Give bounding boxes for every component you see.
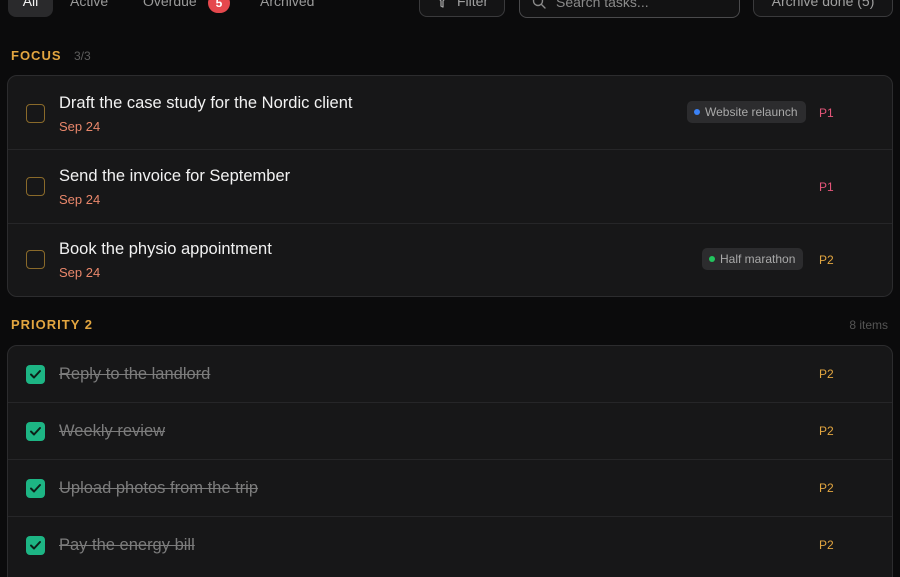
search-input[interactable] (556, 0, 734, 17)
priority-badge: P2 (819, 538, 834, 552)
tab-overdue-label: Overdue (143, 0, 197, 9)
project-tag-label: Website relaunch (705, 105, 798, 119)
task-title: Send the invoice for September (59, 167, 291, 185)
tab-all[interactable]: All (8, 0, 53, 17)
focus-task-list: Draft the case study for the Nordic clie… (7, 75, 893, 297)
task-row[interactable]: Book the physio appointment Sep 24 Half … (8, 224, 892, 296)
task-row[interactable]: Draft the case study for the Nordic clie… (8, 76, 892, 150)
task-checkbox-checked[interactable] (26, 479, 45, 498)
overdue-count-badge: 5 (208, 0, 230, 13)
task-title: Book the physio appointment (59, 240, 272, 258)
archive-done-button[interactable]: Archive done (5) (753, 0, 893, 17)
project-tag[interactable]: Half marathon (702, 248, 804, 270)
task-checkbox[interactable] (26, 250, 45, 269)
project-tag-label: Half marathon (720, 252, 796, 266)
task-title: Reply to the landlord (59, 365, 211, 383)
task-title: Draft the case study for the Nordic clie… (59, 94, 353, 112)
task-due-date: Sep 24 (59, 192, 101, 207)
tag-dot-icon (694, 109, 700, 115)
task-due-date: Sep 24 (59, 265, 101, 280)
tab-archived[interactable]: Archived (260, 0, 314, 17)
priority-badge: P2 (819, 481, 834, 495)
section-title: PRIORITY 2 (11, 317, 94, 332)
filter-button[interactable]: Filter (419, 0, 505, 17)
task-row[interactable]: Pay the energy bill P2 (8, 517, 892, 574)
filter-label: Filter (457, 0, 489, 9)
priority-badge: P1 (819, 106, 834, 120)
filter-icon (439, 0, 445, 8)
task-title: Pay the energy bill (59, 536, 195, 554)
task-row[interactable]: Send the invoice for September Sep 24 P1 (8, 150, 892, 224)
priority-badge: P2 (819, 253, 834, 267)
checkmark-icon (30, 484, 41, 493)
priority2-section-header: PRIORITY 2 8 items (11, 316, 888, 336)
toolbar: All Active Overdue 5 Archived Filter Arc… (0, 0, 900, 22)
task-row[interactable]: Upload photos from the trip P2 (8, 460, 892, 517)
section-item-count: 8 items (849, 318, 888, 332)
task-row[interactable]: Reply to the landlord P2 (8, 346, 892, 403)
project-tag[interactable]: Website relaunch (687, 101, 806, 123)
checkmark-icon (30, 541, 41, 550)
task-checkbox-checked[interactable] (26, 422, 45, 441)
focus-section-header: FOCUS 3/3 (11, 47, 888, 67)
section-title: FOCUS (11, 48, 62, 63)
task-checkbox-checked[interactable] (26, 536, 45, 555)
tab-active[interactable]: Active (70, 0, 108, 17)
priority-badge: P2 (819, 367, 834, 381)
checkmark-icon (30, 427, 41, 436)
tag-dot-icon (709, 256, 715, 262)
task-row[interactable]: Weekly review P2 (8, 403, 892, 460)
section-count: 3/3 (73, 49, 91, 63)
priority-badge: P2 (819, 424, 834, 438)
search-box (519, 0, 740, 18)
search-icon (532, 0, 546, 9)
priority-badge: P1 (819, 180, 834, 194)
checkmark-icon (30, 370, 41, 379)
task-title: Upload photos from the trip (59, 479, 259, 497)
task-title: Weekly review (59, 422, 166, 440)
task-due-date: Sep 24 (59, 119, 101, 134)
task-checkbox-checked[interactable] (26, 365, 45, 384)
task-checkbox[interactable] (26, 104, 45, 123)
priority2-task-list: Reply to the landlord P2 Weekly review P… (7, 345, 893, 577)
task-checkbox[interactable] (26, 177, 45, 196)
tab-overdue[interactable]: Overdue 5 (143, 0, 230, 17)
